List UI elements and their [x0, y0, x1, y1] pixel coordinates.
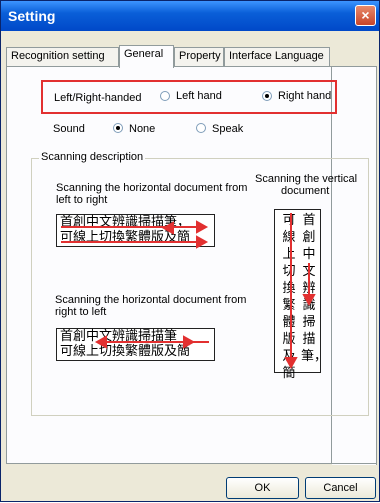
- rtl-caption-line1: Scanning the horizontal document from: [55, 294, 247, 306]
- tab-recognition-setting[interactable]: Recognition setting: [6, 47, 119, 66]
- hand-label: Left/Right-handed: [54, 92, 142, 104]
- scanning-group-title: Scanning description: [39, 151, 146, 163]
- close-icon: ×: [361, 7, 370, 23]
- left-hand-radio[interactable]: [160, 91, 170, 101]
- ltr-text-sample: 首創中文辨識掃描筆， 可線上切換繁體版及簡: [56, 214, 215, 247]
- setting-dialog: Setting × Recognition setting General Pr…: [0, 0, 380, 502]
- panel-bottom-border: [6, 463, 376, 464]
- right-hand-radio[interactable]: [262, 91, 272, 101]
- tab-property[interactable]: Property: [174, 47, 224, 66]
- rtl-line-1: 首創中文辨識掃描筆: [60, 329, 178, 344]
- vertical-caption-line2: document: [281, 185, 330, 197]
- ltr-line-2: 可線上切換繁體版及簡: [60, 230, 191, 245]
- left-hand-label[interactable]: Left hand: [176, 90, 222, 102]
- rtl-text-sample: 首創中文辨識掃描筆 可線上切換繁體版及簡: [56, 328, 215, 361]
- ltr-line-1: 首創中文辨識掃描筆，: [60, 215, 191, 230]
- sound-speak-radio[interactable]: [196, 123, 206, 133]
- ok-button[interactable]: OK: [226, 477, 299, 499]
- title-bar[interactable]: Setting ×: [1, 1, 379, 31]
- cancel-button[interactable]: Cancel: [305, 477, 376, 499]
- vertical-column-left: 可線上切換繁體版及簡: [282, 213, 296, 381]
- sound-none-label[interactable]: None: [129, 123, 155, 135]
- window-title: Setting: [8, 8, 56, 24]
- sound-none-radio[interactable]: [113, 123, 123, 133]
- vertical-text-sample: 首創中文辨識掃描筆， 可線上切換繁體版及簡: [274, 209, 328, 381]
- tab-interface-language[interactable]: Interface Language: [224, 47, 330, 66]
- ltr-caption-line2: left to right: [56, 194, 108, 206]
- sound-speak-label[interactable]: Speak: [212, 123, 243, 135]
- vertical-column-right: 首創中文辨識掃描筆，: [301, 213, 328, 364]
- ltr-caption-line1: Scanning the horizontal document from: [56, 182, 248, 194]
- sound-label: Sound: [53, 123, 85, 135]
- right-hand-label[interactable]: Right hand: [278, 90, 331, 102]
- tab-general[interactable]: General: [119, 45, 174, 68]
- rtl-line-2: 可線上切換繁體版及簡: [60, 344, 191, 359]
- vertical-caption-line1: Scanning the vertical: [255, 173, 358, 185]
- rtl-caption-line2: right to left: [55, 306, 107, 318]
- close-button[interactable]: ×: [355, 5, 376, 26]
